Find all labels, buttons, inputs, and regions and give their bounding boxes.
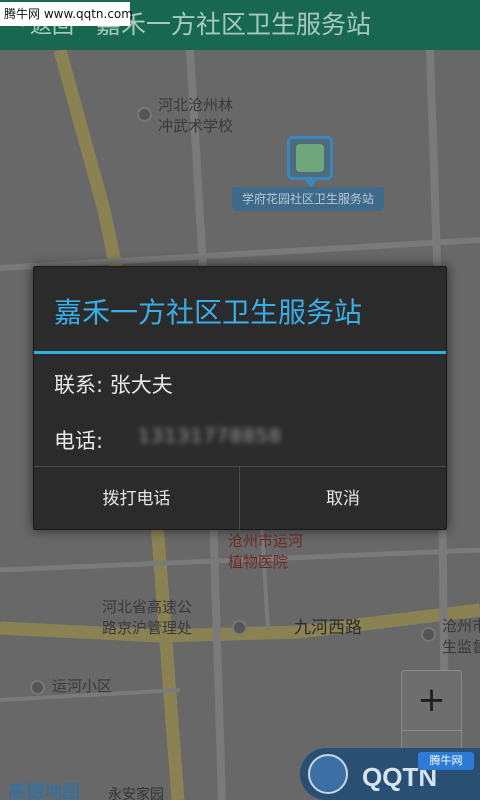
poi-label[interactable]: 沧州市运河 植物医院 xyxy=(228,531,303,573)
phone-label: 电话: xyxy=(54,429,104,453)
poi-label[interactable]: 河北省高速公 路京沪管理处 xyxy=(102,597,192,639)
contact-dialog: 嘉禾一方社区卫生服务站 联系: 张大夫 电话: 13131778858 拨打电话… xyxy=(33,266,447,531)
residential-poi-icon xyxy=(30,680,45,695)
contact-person: 联系: 张大夫 xyxy=(54,373,173,397)
map-provider-logo: 高德地图 xyxy=(8,782,80,800)
call-button[interactable]: 拨打电话 xyxy=(34,467,240,531)
clinic-marker[interactable] xyxy=(287,136,333,180)
site-watermark-top: 腾牛网 www.qqtn.com xyxy=(0,2,133,26)
poi-label[interactable]: 运河小区 xyxy=(52,676,112,697)
school-poi-icon xyxy=(137,107,152,122)
site-watermark-bottom: QQTN 腾牛网 xyxy=(300,748,480,800)
marker-pointer xyxy=(303,178,319,187)
phone-number: 13131778858 xyxy=(138,425,282,447)
poi-label[interactable]: 河北沧州林 冲武术学校 xyxy=(158,95,233,137)
watermark-badge: 腾牛网 xyxy=(418,752,474,770)
page-title: 嘉禾一方社区卫生服务站 xyxy=(96,10,372,39)
gov-poi-icon xyxy=(421,627,436,642)
watermark-logo-icon xyxy=(308,754,348,794)
dialog-title: 嘉禾一方社区卫生服务站 xyxy=(54,296,363,329)
poi-label[interactable]: 沧州市 生监督 xyxy=(442,616,480,658)
road-label: 九河西路 xyxy=(294,618,362,638)
dialog-title-divider xyxy=(34,351,446,354)
zoom-in-button[interactable]: + xyxy=(402,671,461,731)
clinic-marker-icon xyxy=(296,144,324,172)
office-poi-icon xyxy=(232,620,247,635)
dialog-button-bar: 拨打电话 取消 xyxy=(34,466,446,531)
poi-label: 永安家园 xyxy=(108,787,164,800)
marker-label[interactable]: 学府花园社区卫生服务站 xyxy=(232,187,384,211)
cancel-button[interactable]: 取消 xyxy=(240,467,446,531)
